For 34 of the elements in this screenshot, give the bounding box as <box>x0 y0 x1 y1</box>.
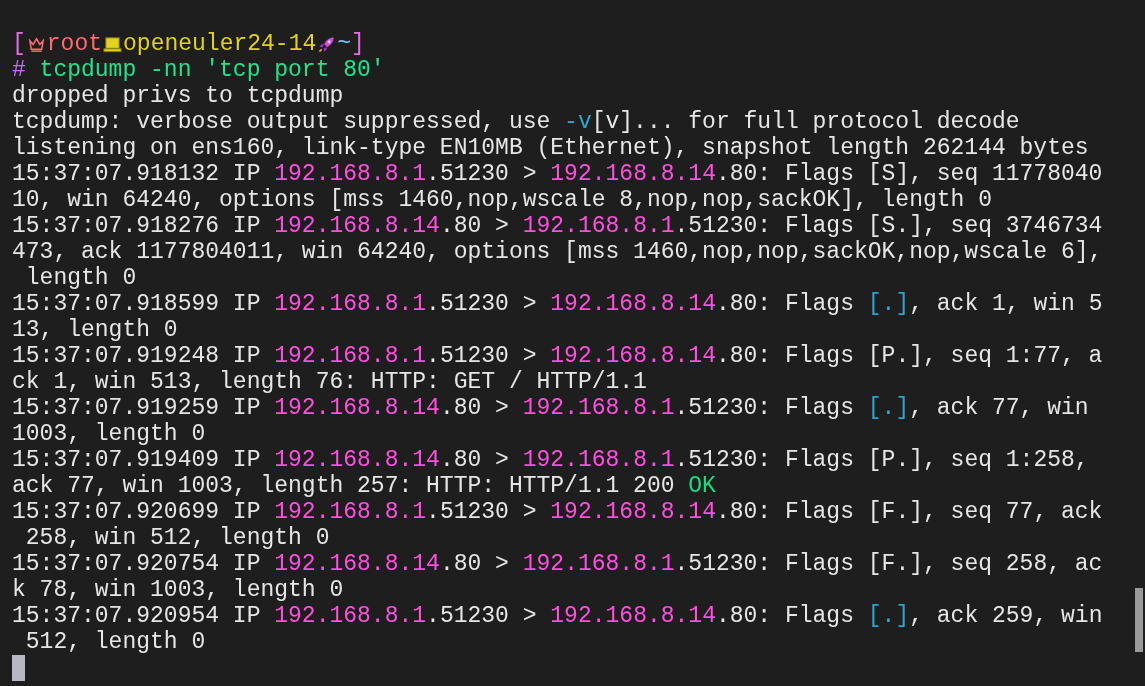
output-line: ck 1, win 513, length 76: HTTP: GET / HTTP/1.1 <box>12 369 648 395</box>
output-line: 15:37:07.919259 IP 192.168.8.14.80 > 192.168.8.1.51230: Flags [.], ack 77, win <box>12 395 1090 421</box>
output-line: 15:37:07.918599 IP 192.168.8.1.51230 > 192.168.8.14.80: Flags [.], ack 1, win 5 <box>12 291 1104 317</box>
output-line: k 78, win 1003, length 0 <box>12 577 345 603</box>
scrollbar-thumb[interactable] <box>1135 588 1143 652</box>
prompt-username: root <box>46 31 103 57</box>
output-line: 15:37:07.920699 IP 192.168.8.1.51230 > 192.168.8.14.80: Flags [F.], seq 77, ack <box>12 499 1104 525</box>
output-line: 13, length 0 <box>12 317 179 343</box>
prompt-bracket: [ <box>12 31 26 57</box>
prompt-symbol: # <box>12 57 26 83</box>
output-line: 15:37:07.918132 IP 192.168.8.1.51230 > 192.168.8.14.80: Flags [S], seq 11778040 <box>12 161 1104 187</box>
output-line: ack 77, win 1003, length 257: HTTP: HTTP/1.1 200 OK <box>12 473 717 499</box>
text-cursor <box>12 655 25 681</box>
laptop-icon <box>103 34 123 54</box>
rocket-icon <box>317 34 337 54</box>
output-line: 512, length 0 <box>24 629 207 655</box>
output-line: 1003, length 0 <box>12 421 207 447</box>
prompt-directory: ~ <box>337 31 352 57</box>
output-line: 15:37:07.918276 IP 192.168.8.14.80 > 192.168.8.1.51230: Flags [S.], seq 3746734 <box>12 213 1104 239</box>
output-line: tcpdump: verbose output suppressed, use -v[v]... for full protocol decode <box>12 109 1021 135</box>
output-line: listening on ens160, link-type EN10MB (Ethernet), snapshot length 262144 bytes <box>12 135 1090 161</box>
output-line: 258, win 512, length 0 <box>24 525 331 551</box>
command-text: tcpdump -nn 'tcp port 80' <box>39 57 385 83</box>
output-line: 15:37:07.919248 IP 192.168.8.1.51230 > 192.168.8.14.80: Flags [P.], seq 1:77, a <box>12 343 1104 369</box>
output-line: 473, ack 1177804011, win 64240, options [mss 1460,nop,nop,sackOK,nop,wscale 6], <box>12 239 1104 265</box>
output-line: 10, win 64240, options [mss 1460,nop,wscale 8,nop,nop,sackOK], length 0 <box>12 187 993 213</box>
prompt-hostname: openeuler24-14 <box>123 31 317 57</box>
output-line: 15:37:07.920954 IP 192.168.8.1.51230 > 192.168.8.14.80: Flags [.], ack 259, win <box>12 603 1104 629</box>
crown-icon <box>26 34 46 54</box>
prompt-bracket: ] <box>351 31 365 57</box>
output-line: 15:37:07.919409 IP 192.168.8.14.80 > 192.168.8.1.51230: Flags [P.], seq 1:258, <box>12 447 1090 473</box>
output-line: 15:37:07.920754 IP 192.168.8.14.80 > 192.168.8.1.51230: Flags [F.], seq 258, ac <box>12 551 1104 577</box>
output-line: dropped privs to tcpdump <box>12 83 345 109</box>
output-line: length 0 <box>24 265 138 291</box>
